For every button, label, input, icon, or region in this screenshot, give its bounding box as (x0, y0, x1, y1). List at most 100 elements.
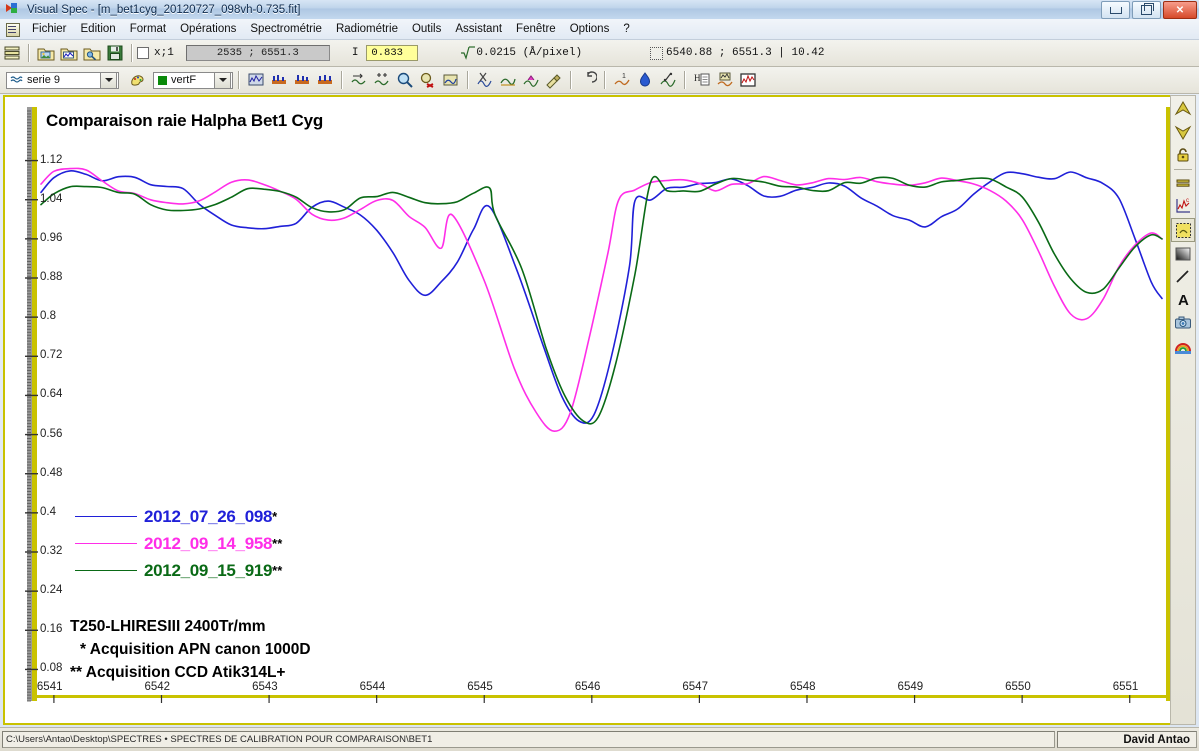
menu-item-help[interactable]: ? (616, 21, 636, 37)
zoom-in-icon[interactable] (394, 70, 415, 91)
menu-item-radiometrie[interactable]: Radiométrie (329, 21, 405, 37)
legend-item: 2012_07_26_098 * (75, 503, 282, 530)
x-axis-tick-label: 6542 (144, 681, 171, 693)
save-icon[interactable] (104, 43, 125, 64)
svg-text:A: A (1178, 292, 1189, 309)
rainbow-icon[interactable] (1172, 335, 1194, 357)
color-select-value: vertF (171, 74, 197, 86)
menu-item-outils[interactable]: Outils (405, 21, 448, 37)
text-tool-icon[interactable]: A (1172, 289, 1194, 311)
x-axis-tick-label: 6547 (682, 681, 708, 693)
cut-spectrum-icon[interactable] (474, 70, 495, 91)
open-binary-icon[interactable] (81, 43, 102, 64)
series-select[interactable]: serie 9 (6, 71, 119, 89)
camera-icon[interactable] (1172, 312, 1194, 334)
paint-curve-icon[interactable] (543, 70, 564, 91)
x-axis-tick-label: 6545 (467, 681, 493, 693)
color-swatch (158, 75, 167, 85)
svg-text:H: H (694, 73, 701, 83)
spectrum-curve-icon[interactable]: c (1172, 195, 1194, 217)
menu-item-fichier[interactable]: Fichier (25, 21, 74, 37)
color-select[interactable]: vertF (153, 71, 233, 89)
plot-window-icon[interactable] (737, 70, 758, 91)
open-profile-icon[interactable] (58, 43, 79, 64)
y-axis-tick-label: 0.72 (40, 349, 63, 362)
shift-curve-icon[interactable] (348, 70, 369, 91)
intensity-scale-icon[interactable]: 1 (611, 70, 632, 91)
lock-icon[interactable] (1172, 144, 1194, 166)
add-curve-icon[interactable] (371, 70, 392, 91)
arrow-up-icon[interactable] (1172, 98, 1194, 120)
x-scale-label: x;1 (154, 47, 174, 59)
zoom-cancel-icon[interactable] (417, 70, 438, 91)
series-select-arrow[interactable] (100, 71, 117, 89)
y-axis-tick-label: 0.88 (40, 271, 63, 283)
layers-icon[interactable] (1, 43, 22, 64)
menu-item-edition[interactable]: Edition (74, 21, 123, 37)
image-display-icon[interactable] (440, 70, 461, 91)
spectrum-bands-3-icon[interactable] (314, 70, 335, 91)
x-axis-tick-label: 6546 (574, 681, 601, 693)
arrow-down-icon[interactable] (1172, 121, 1194, 143)
lines-icon[interactable] (1172, 172, 1194, 194)
range-selection-icon (650, 46, 664, 60)
x-axis-tick-label: 6544 (359, 681, 386, 693)
svg-text:c: c (1186, 198, 1189, 204)
y-axis-tick-label: 1.04 (40, 192, 63, 205)
legend-item: 2012_09_15_919 ** (75, 557, 282, 584)
y-axis-tick-label: 0.96 (40, 231, 63, 244)
plot-frame[interactable]: Comparaison raie Halpha Bet1 Cyg 2012_07… (3, 95, 1196, 725)
menu-item-fenetre[interactable]: Fenêtre (509, 21, 563, 37)
intensity-value: 0.833 (366, 45, 419, 61)
normalize-icon[interactable] (520, 70, 541, 91)
open-image-icon[interactable] (35, 43, 56, 64)
annotation-instrument: T250-LHIRESIII 2400Tr/mm (70, 618, 266, 635)
svg-text:1: 1 (622, 73, 626, 80)
menu-item-assistant[interactable]: Assistant (448, 21, 509, 37)
select-region-icon[interactable] (1171, 218, 1195, 242)
water-drop-icon[interactable] (634, 70, 655, 91)
header-list-icon[interactable]: H (691, 70, 712, 91)
plot-canvas[interactable]: Comparaison raie Halpha Bet1 Cyg 2012_07… (5, 97, 1194, 723)
color-select-arrow[interactable] (214, 71, 231, 89)
x-axis-tick-label: 6541 (36, 681, 63, 693)
y-axis-tick-label: 0.48 (40, 466, 63, 479)
divide-curve-icon[interactable] (657, 70, 678, 91)
y-axis-tick-label: 0.32 (40, 545, 63, 557)
y-axis-tick-label: 0.56 (40, 427, 63, 440)
menu-item-operations[interactable]: Opérations (173, 21, 243, 37)
continuum-icon[interactable] (497, 70, 518, 91)
wave-icon (10, 76, 23, 83)
y-axis-tick-label: 0.08 (40, 662, 63, 675)
plot-legend: 2012_07_26_098 * 2012_09_14_958 ** 2012_… (75, 503, 282, 584)
title-bar: Visual Spec - [m_bet1cyg_20120727_098vh-… (0, 0, 1199, 20)
gradient-icon[interactable] (1172, 243, 1194, 265)
y-axis-tick-label: 1.12 (40, 153, 63, 166)
menu-item-format[interactable]: Format (123, 21, 173, 37)
menu-item-spectrometrie[interactable]: Spectrométrie (243, 21, 329, 37)
menu-item-options[interactable]: Options (563, 21, 617, 37)
close-button[interactable]: ✕ (1163, 1, 1197, 19)
undo-icon[interactable] (577, 70, 598, 91)
compare-spectra-icon[interactable] (714, 70, 735, 91)
spectrum-bands-1-icon[interactable] (268, 70, 289, 91)
x-axis-tick-label: 6548 (789, 681, 816, 693)
intensity-label: I (351, 47, 359, 59)
right-toolbar: c A (1170, 95, 1196, 725)
toolbar-primary: x;1 2535 ; 6551.3 I 0.833 0.0215 (Å/pixe… (0, 40, 1199, 67)
y-axis-tick-label: 0.4 (40, 505, 56, 518)
range-display: 6540.88 ; 6551.3 | 10.42 (666, 47, 825, 59)
spectrum-bands-2-icon[interactable] (291, 70, 312, 91)
legend-label-series-1: 2012_07_26_098 (144, 506, 273, 526)
profile-window-icon[interactable] (245, 70, 266, 91)
x-scale-checkbox[interactable] (137, 47, 149, 59)
x-axis-tick-label: 6549 (897, 681, 924, 693)
minimize-button[interactable] (1101, 1, 1130, 19)
legend-marker-series-3: ** (272, 563, 283, 578)
legend-marker-series-2: ** (272, 536, 283, 551)
restore-button[interactable] (1132, 1, 1161, 19)
application-window: Visual Spec - [m_bet1cyg_20120727_098vh-… (0, 0, 1199, 751)
line-draw-icon[interactable] (1172, 266, 1194, 288)
palette-icon[interactable] (127, 70, 148, 91)
status-path-field: C:\Users\Antao\Desktop\SPECTRES • SPECTR… (2, 731, 1055, 748)
